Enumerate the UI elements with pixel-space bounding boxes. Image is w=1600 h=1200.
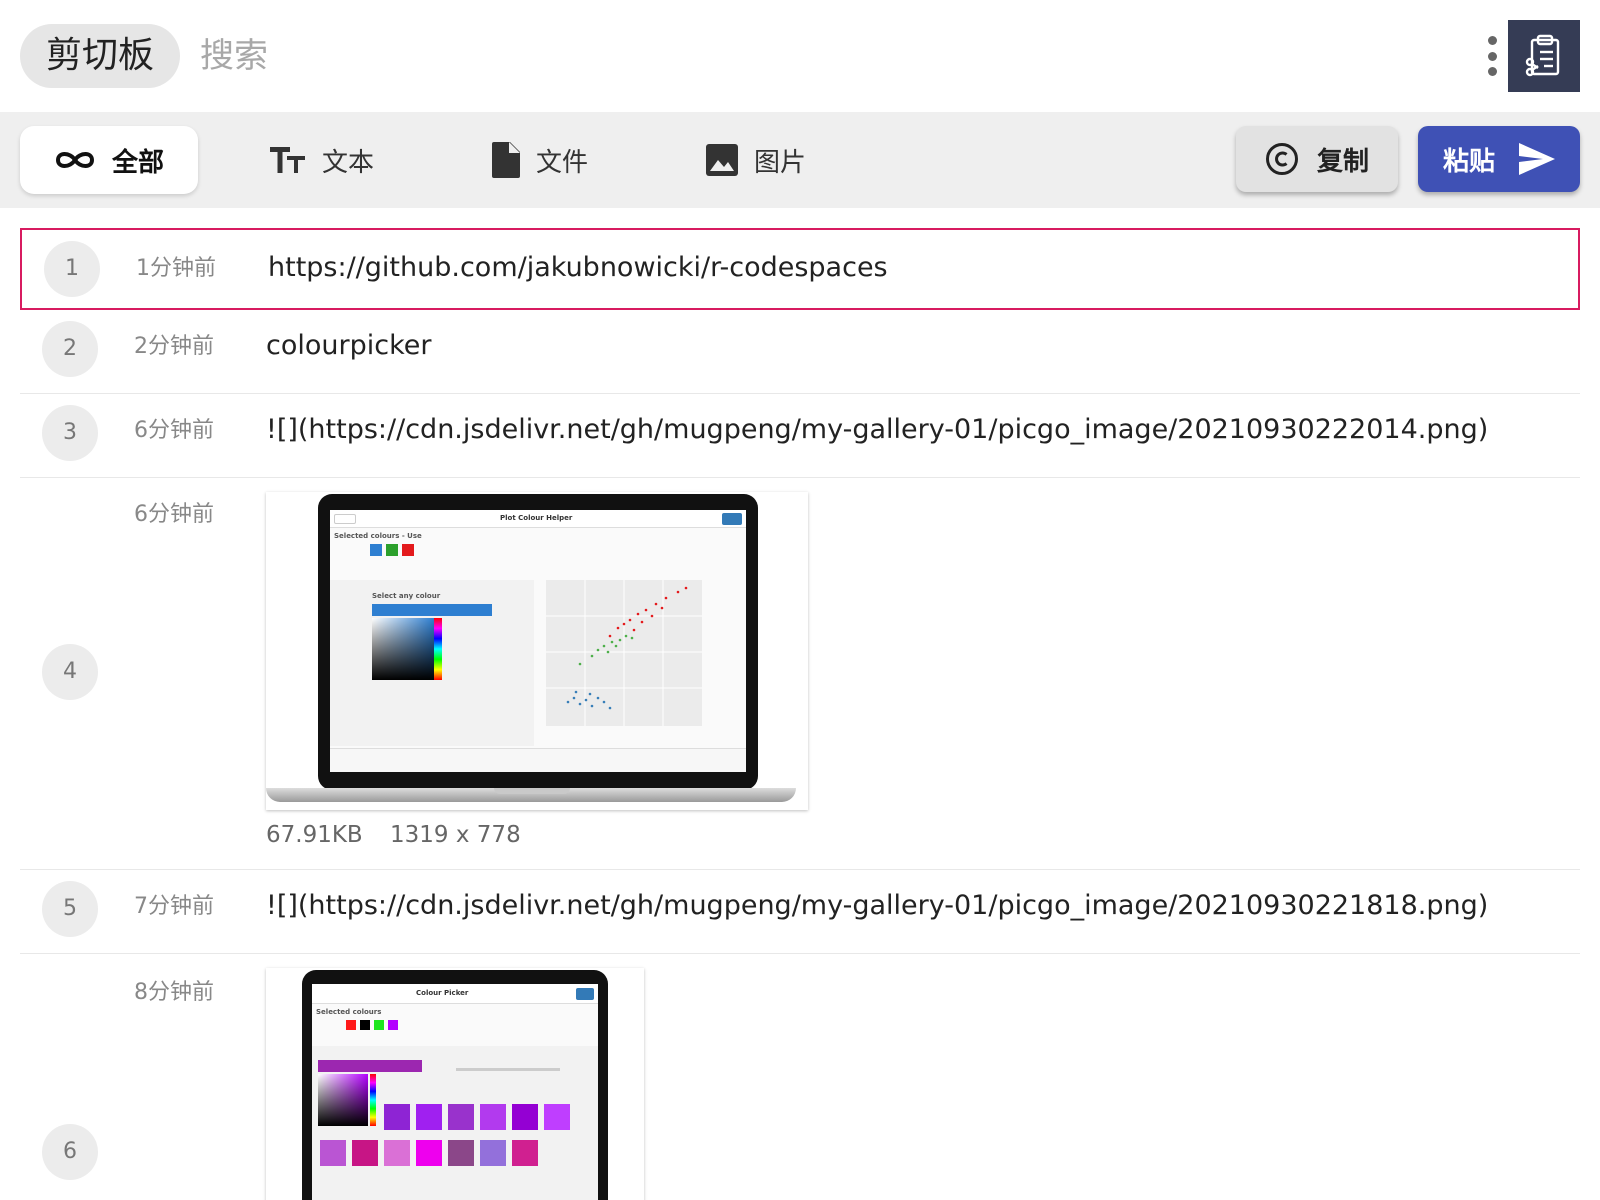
list-item[interactable]: 2 2分钟前 colourpicker: [20, 312, 1580, 394]
tab-file[interactable]: 文件: [492, 126, 588, 194]
app-header: 剪切板: [0, 0, 1600, 112]
image-icon: [706, 144, 738, 176]
item-time: 6分钟前: [134, 418, 214, 443]
tab-text-label: 文本: [322, 147, 375, 178]
image-dimensions: 1319 x 778: [390, 822, 521, 848]
tab-all[interactable]: 全部: [20, 126, 199, 194]
swatch: [544, 1104, 570, 1130]
paste-button[interactable]: 粘贴: [1418, 126, 1580, 192]
tab-file-label: 文件: [536, 147, 589, 178]
copyright-icon: [1265, 143, 1298, 175]
copy-button[interactable]: 复制: [1236, 126, 1398, 192]
picker-panel: Select any colour: [330, 580, 534, 746]
laptop-frame: Colour Picker Selected colours: [302, 970, 608, 1200]
list-item[interactable]: 6 8分钟前 Colour Picker Selected colours: [20, 954, 1580, 1200]
image-size: 67.91KB: [266, 822, 363, 848]
item-index: 5: [42, 881, 98, 937]
text-size-icon: [270, 147, 305, 173]
swatch: [346, 1020, 356, 1030]
image-thumbnail[interactable]: Colour Picker Selected colours: [266, 968, 644, 1200]
image-meta: 67.91KB 1319 x 778: [266, 822, 521, 848]
laptop-notch: [494, 788, 570, 794]
item-content: ![](https://cdn.jsdelivr.net/gh/mugpeng/…: [266, 414, 1489, 445]
tab-text[interactable]: 文本: [270, 126, 374, 194]
done-mini-button: [576, 988, 594, 1000]
screen-title: Colour Picker: [416, 989, 469, 997]
done-mini-button: [722, 513, 742, 525]
clipboard-cut-icon[interactable]: [1508, 20, 1580, 92]
colour-input-mini: [372, 604, 492, 616]
swatch: [512, 1104, 538, 1130]
hue-slider: [434, 618, 442, 680]
image-thumbnail[interactable]: Plot Colour Helper Selected colours - Us…: [266, 492, 808, 810]
laptop-screen: Colour Picker Selected colours: [312, 984, 598, 1200]
swatch: [480, 1140, 506, 1166]
cancel-mini-button: [334, 514, 356, 524]
swatch: [416, 1104, 442, 1130]
scatter-plot: [546, 580, 702, 726]
swatch: [512, 1140, 538, 1166]
swatch: [360, 1020, 370, 1030]
item-time: 2分钟前: [134, 334, 214, 359]
swatch: [352, 1140, 378, 1166]
item-index: 3: [42, 405, 98, 461]
screen-titlebar: Colour Picker: [312, 984, 598, 1004]
item-index: 1: [44, 241, 100, 297]
swatch: [448, 1104, 474, 1130]
screen-text: Selected colours: [316, 1008, 382, 1016]
item-content: https://github.com/jakubnowicki/r-codesp…: [268, 252, 888, 283]
file-icon: [492, 142, 520, 178]
saturation-picker: [318, 1074, 368, 1126]
swatch: [480, 1104, 506, 1130]
swatch: [370, 544, 382, 556]
swatch: [320, 1140, 346, 1166]
list-item[interactable]: 1 1分钟前 https://github.com/jakubnowicki/r…: [20, 228, 1580, 310]
item-index: 2: [42, 321, 98, 377]
infinity-icon: [55, 152, 95, 168]
tab-image[interactable]: 图片: [706, 126, 806, 194]
screen-text: Selected colours - Use: [334, 532, 422, 540]
laptop-screen: Plot Colour Helper Selected colours - Us…: [330, 510, 746, 772]
item-time: 8分钟前: [134, 980, 214, 1005]
tab-image-label: 图片: [754, 147, 807, 178]
paste-label: 粘贴: [1442, 146, 1495, 177]
saturation-picker: [372, 618, 434, 680]
swatch: [448, 1140, 474, 1166]
swatch: [388, 1020, 398, 1030]
item-time: 6分钟前: [134, 502, 214, 527]
item-time: 7分钟前: [134, 894, 214, 919]
hue-slider: [370, 1074, 376, 1126]
tab-all-label: 全部: [112, 147, 165, 178]
swatch: [386, 544, 398, 556]
send-icon: [1519, 143, 1555, 175]
list-item[interactable]: 3 6分钟前 ![](https://cdn.jsdelivr.net/gh/m…: [20, 394, 1580, 478]
list-item[interactable]: 4 6分钟前 Plot Colour Helper Selected colou…: [20, 478, 1580, 870]
swatch: [402, 544, 414, 556]
picker-label: Select any colour: [372, 592, 441, 600]
item-content: ![](https://cdn.jsdelivr.net/gh/mugpeng/…: [266, 890, 1489, 921]
screen-titlebar: Plot Colour Helper: [330, 510, 746, 528]
range-slider: [456, 1068, 560, 1071]
screen-title: Plot Colour Helper: [500, 514, 573, 522]
more-vertical-icon[interactable]: [1478, 32, 1506, 80]
swatch: [384, 1140, 410, 1166]
clipboard-list: 1 1分钟前 https://github.com/jakubnowicki/r…: [0, 208, 1600, 1200]
search-input[interactable]: [200, 24, 800, 88]
laptop-frame: Plot Colour Helper Selected colours - Us…: [318, 494, 758, 790]
swatch: [416, 1140, 442, 1166]
screen-tabbar: [330, 748, 746, 772]
filter-toolbar: 全部 文本 文件 图片 复制 粘贴: [0, 112, 1600, 208]
swatch: [384, 1104, 410, 1130]
item-time: 1分钟前: [136, 256, 216, 281]
item-index: 6: [42, 1124, 98, 1180]
item-content: colourpicker: [266, 330, 432, 361]
list-item[interactable]: 5 7分钟前 ![](https://cdn.jsdelivr.net/gh/m…: [20, 870, 1580, 954]
colour-input-mini: [318, 1060, 422, 1072]
picker-panel: [312, 1046, 598, 1200]
item-index: 4: [42, 644, 98, 700]
copy-label: 复制: [1316, 146, 1369, 177]
app-title[interactable]: 剪切板: [20, 24, 181, 88]
swatch: [374, 1020, 384, 1030]
